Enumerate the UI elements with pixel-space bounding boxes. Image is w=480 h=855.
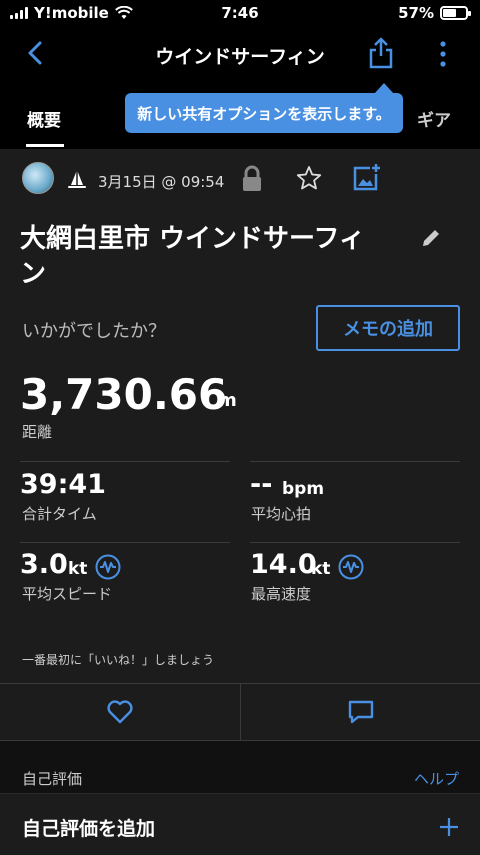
- share-tooltip[interactable]: 新しい共有オプションを表示します。: [125, 93, 403, 133]
- comment-button[interactable]: [240, 684, 480, 740]
- activity-title: 大網白里市 ウインドサーフィン: [20, 224, 365, 289]
- star-icon[interactable]: [296, 165, 322, 191]
- tab-active-indicator: [26, 144, 64, 147]
- edit-pencil-icon[interactable]: [420, 227, 442, 249]
- page-title: ウインドサーフィン: [155, 46, 325, 68]
- avg-hr-value: --: [250, 469, 273, 500]
- total-time-label: 合計タイム: [22, 505, 97, 523]
- max-speed-value: 14.0: [250, 549, 317, 580]
- tab-overview[interactable]: 概要: [27, 106, 61, 131]
- share-icon[interactable]: [366, 36, 396, 70]
- help-link[interactable]: ヘルプ: [414, 768, 459, 789]
- add-photo-icon[interactable]: [352, 163, 380, 191]
- avg-hr-label: 平均心拍: [251, 505, 312, 523]
- add-self-eval-label: 自己評価を追加: [22, 818, 156, 840]
- avg-hr-unit: bpm: [282, 479, 325, 499]
- activity-content: 3月15日 @ 09:54 大網白里市 ウインドサーフィン いかがでしたか？ メ…: [0, 149, 480, 855]
- distance-label: 距離: [22, 423, 53, 441]
- avg-speed-value: 3.0: [20, 549, 68, 580]
- divider: [250, 461, 460, 462]
- add-self-eval-row[interactable]: 自己評価を追加: [0, 793, 480, 855]
- total-time-value: 39:41: [20, 469, 106, 500]
- lock-icon[interactable]: [240, 165, 264, 193]
- more-options-icon[interactable]: [434, 40, 452, 68]
- nav-bar: ウインドサーフィン: [0, 28, 480, 78]
- max-speed-unit: kt: [311, 559, 331, 579]
- battery-fill: [443, 9, 456, 17]
- activity-date: 3月15日 @ 09:54: [98, 173, 225, 191]
- avg-speed-label: 平均スピード: [22, 585, 113, 603]
- speed-chart-icon[interactable]: [95, 554, 121, 580]
- status-bar: Y!mobile 7:46 57%: [0, 0, 480, 28]
- divider: [20, 542, 230, 543]
- battery-icon: [440, 6, 471, 20]
- avatar[interactable]: [22, 162, 54, 194]
- activity-header: 3月15日 @ 09:54: [0, 149, 480, 209]
- self-eval-header: 自己評価: [22, 770, 83, 788]
- tab-gear[interactable]: ギア: [417, 106, 451, 131]
- plus-icon[interactable]: [438, 816, 460, 838]
- distance-unit: m: [218, 390, 237, 411]
- social-action-bar: [0, 683, 480, 741]
- divider: [250, 542, 460, 543]
- max-speed-label: 最高速度: [251, 585, 312, 603]
- max-speed-chart-icon[interactable]: [338, 554, 364, 580]
- feeling-question: いかがでしたか？: [22, 321, 166, 342]
- divider: [20, 461, 230, 462]
- distance-value: 3,730.66: [20, 370, 228, 419]
- add-memo-button[interactable]: メモの追加: [316, 305, 460, 351]
- first-like-prompt: 一番最初に「いいね！」しましょう: [22, 653, 215, 667]
- battery-percent: 57%: [398, 4, 434, 22]
- comment-icon: [348, 700, 373, 724]
- avg-speed-unit: kt: [68, 559, 88, 579]
- heart-icon: [107, 700, 133, 724]
- like-button[interactable]: [0, 684, 240, 740]
- status-right: 57%: [398, 4, 471, 22]
- windsurf-icon: [68, 170, 86, 188]
